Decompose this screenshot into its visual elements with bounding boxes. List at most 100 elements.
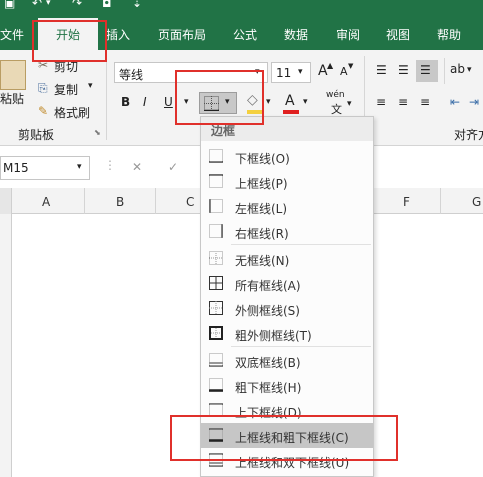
font-color-dropdown-icon[interactable]: ▾ (303, 97, 308, 107)
border-left-icon (209, 199, 223, 213)
menu-item-left-border[interactable]: 左框线(L) (201, 194, 373, 219)
tab-help[interactable]: 帮助 (437, 26, 461, 43)
menu-item-no-border[interactable]: 无框线(N) (201, 246, 373, 271)
fill-color-dropdown-icon[interactable]: ▾ (266, 97, 271, 107)
column-header-f[interactable]: F (403, 195, 410, 209)
copy-label[interactable]: 复制 (54, 81, 78, 98)
menu-separator (231, 244, 371, 245)
border-thick-bottom-icon (209, 378, 223, 392)
menu-item-all-borders[interactable]: 所有框线(A) (201, 271, 373, 296)
italic-button[interactable]: I (143, 95, 147, 109)
tab-formulas[interactable]: 公式 (233, 26, 257, 43)
column-divider (155, 188, 156, 214)
decrease-indent-icon[interactable]: ⇤ (450, 95, 460, 109)
undo-dropdown-icon[interactable]: ▾ (46, 0, 51, 8)
redo-icon[interactable]: ↷ (72, 0, 82, 10)
orientation-icon[interactable]: ab (450, 62, 465, 76)
clipboard-launcher-icon[interactable]: ⬊ (94, 128, 101, 137)
camera-icon[interactable]: ◘ (102, 0, 112, 10)
column-header-a[interactable]: A (42, 195, 50, 209)
font-name-value: 等线 (119, 68, 144, 82)
underline-button[interactable]: U (164, 95, 173, 109)
copy-dropdown-icon[interactable]: ▾ (88, 81, 93, 91)
column-header-c[interactable]: C (186, 195, 194, 209)
clipboard-group-label: 剪贴板 (18, 128, 55, 142)
menu-item-top-border[interactable]: 上框线(P) (201, 169, 373, 194)
cancel-icon[interactable]: ✕ (132, 160, 142, 174)
name-box-dropdown-icon[interactable]: ▾ (77, 162, 82, 172)
tab-review[interactable]: 审阅 (336, 26, 360, 43)
shrink-font-button[interactable]: A (340, 65, 348, 78)
select-all-corner[interactable] (0, 188, 12, 214)
name-box-value: M15 (3, 161, 29, 175)
column-divider (84, 188, 85, 214)
menu-item-double-bottom-border[interactable]: 双底框线(B) (201, 348, 373, 373)
menu-item-outside-borders[interactable]: 外侧框线(S) (201, 296, 373, 321)
menu-item-label: 粗下框线(H) (235, 381, 302, 395)
menu-item-label: 粗外侧框线(T) (235, 329, 312, 343)
group-divider (106, 56, 107, 140)
border-bottom-icon (209, 149, 223, 163)
annotation-box-menu-item (170, 415, 398, 461)
menu-item-label: 双底框线(B) (235, 356, 301, 370)
menu-separator (231, 346, 371, 347)
formula-dots-icon: ⋮ (104, 158, 116, 172)
format-painter-icon[interactable]: ✎ (38, 104, 48, 118)
phonetic-pinyin[interactable]: wén (326, 90, 345, 100)
annotation-box-home-tab (32, 20, 107, 62)
save-icon[interactable]: ▣ (4, 0, 15, 10)
grow-font-arrow-icon: ▲ (327, 61, 334, 70)
row-header-column (0, 214, 12, 477)
align-middle-icon[interactable]: ☰ (398, 63, 409, 77)
menu-item-label: 下框线(O) (235, 152, 290, 166)
font-size-dropdown-icon[interactable]: ▾ (298, 67, 303, 77)
menu-item-label: 外侧框线(S) (235, 304, 300, 318)
shrink-font-arrow-icon: ▼ (348, 62, 354, 70)
align-bottom-icon: ☰ (420, 63, 431, 77)
column-divider (440, 188, 441, 214)
align-right-icon[interactable]: ≡ (420, 95, 430, 109)
font-size-combo[interactable]: 11 ▾ (271, 62, 311, 83)
tab-view[interactable]: 视图 (386, 26, 410, 43)
bold-button[interactable]: B (121, 95, 130, 109)
align-bottom-button[interactable]: ☰ (416, 60, 438, 82)
font-color-button[interactable]: A (285, 93, 295, 109)
menu-item-label: 无框线(N) (235, 254, 290, 268)
border-top-icon (209, 174, 223, 188)
align-top-icon[interactable]: ☰ (376, 63, 387, 77)
column-header-g[interactable]: G (472, 195, 481, 209)
menu-item-label: 所有框线(A) (235, 279, 301, 293)
paste-label[interactable]: 粘贴 (0, 90, 24, 107)
annotation-box-borders-button (175, 70, 264, 125)
divider (444, 58, 445, 84)
phonetic-button[interactable]: 文 (331, 101, 342, 117)
menu-item-thick-outside-borders[interactable]: 粗外侧框线(T) (201, 321, 373, 346)
tab-page-layout[interactable]: 页面布局 (158, 26, 206, 43)
tab-data[interactable]: 数据 (284, 26, 308, 43)
paste-icon[interactable] (0, 60, 26, 90)
menu-item-bottom-border[interactable]: 下框线(O) (201, 144, 373, 169)
column-header-b[interactable]: B (116, 195, 124, 209)
menu-item-right-border[interactable]: 右框线(R) (201, 219, 373, 244)
copy-icon[interactable]: ⎘ (38, 81, 48, 96)
name-box[interactable]: M15 ▾ (0, 156, 90, 180)
align-center-icon[interactable]: ≡ (398, 95, 408, 109)
border-none-icon (209, 251, 223, 265)
enter-icon[interactable]: ✓ (168, 160, 178, 174)
alignment-group-label: 对齐方 (454, 128, 483, 142)
border-double-bottom-icon (209, 353, 223, 367)
align-left-icon[interactable]: ≡ (376, 95, 386, 109)
tab-file[interactable]: 文件 (0, 26, 24, 43)
menu-item-label: 上框线(P) (235, 177, 288, 191)
customize-qa-icon[interactable]: ⇣ (132, 0, 142, 10)
tab-insert[interactable]: 插入 (106, 26, 130, 43)
menu-item-label: 右框线(R) (235, 227, 289, 241)
font-size-value: 11 (276, 66, 292, 80)
menu-item-thick-bottom-border[interactable]: 粗下框线(H) (201, 373, 373, 398)
undo-icon[interactable]: ↶ (32, 0, 42, 10)
border-right-icon (209, 224, 223, 238)
orientation-dropdown-icon[interactable]: ▾ (467, 65, 472, 75)
format-painter-label[interactable]: 格式刷 (54, 104, 90, 121)
increase-indent-icon[interactable]: ⇥ (469, 95, 479, 109)
phonetic-dropdown-icon[interactable]: ▾ (347, 99, 352, 109)
